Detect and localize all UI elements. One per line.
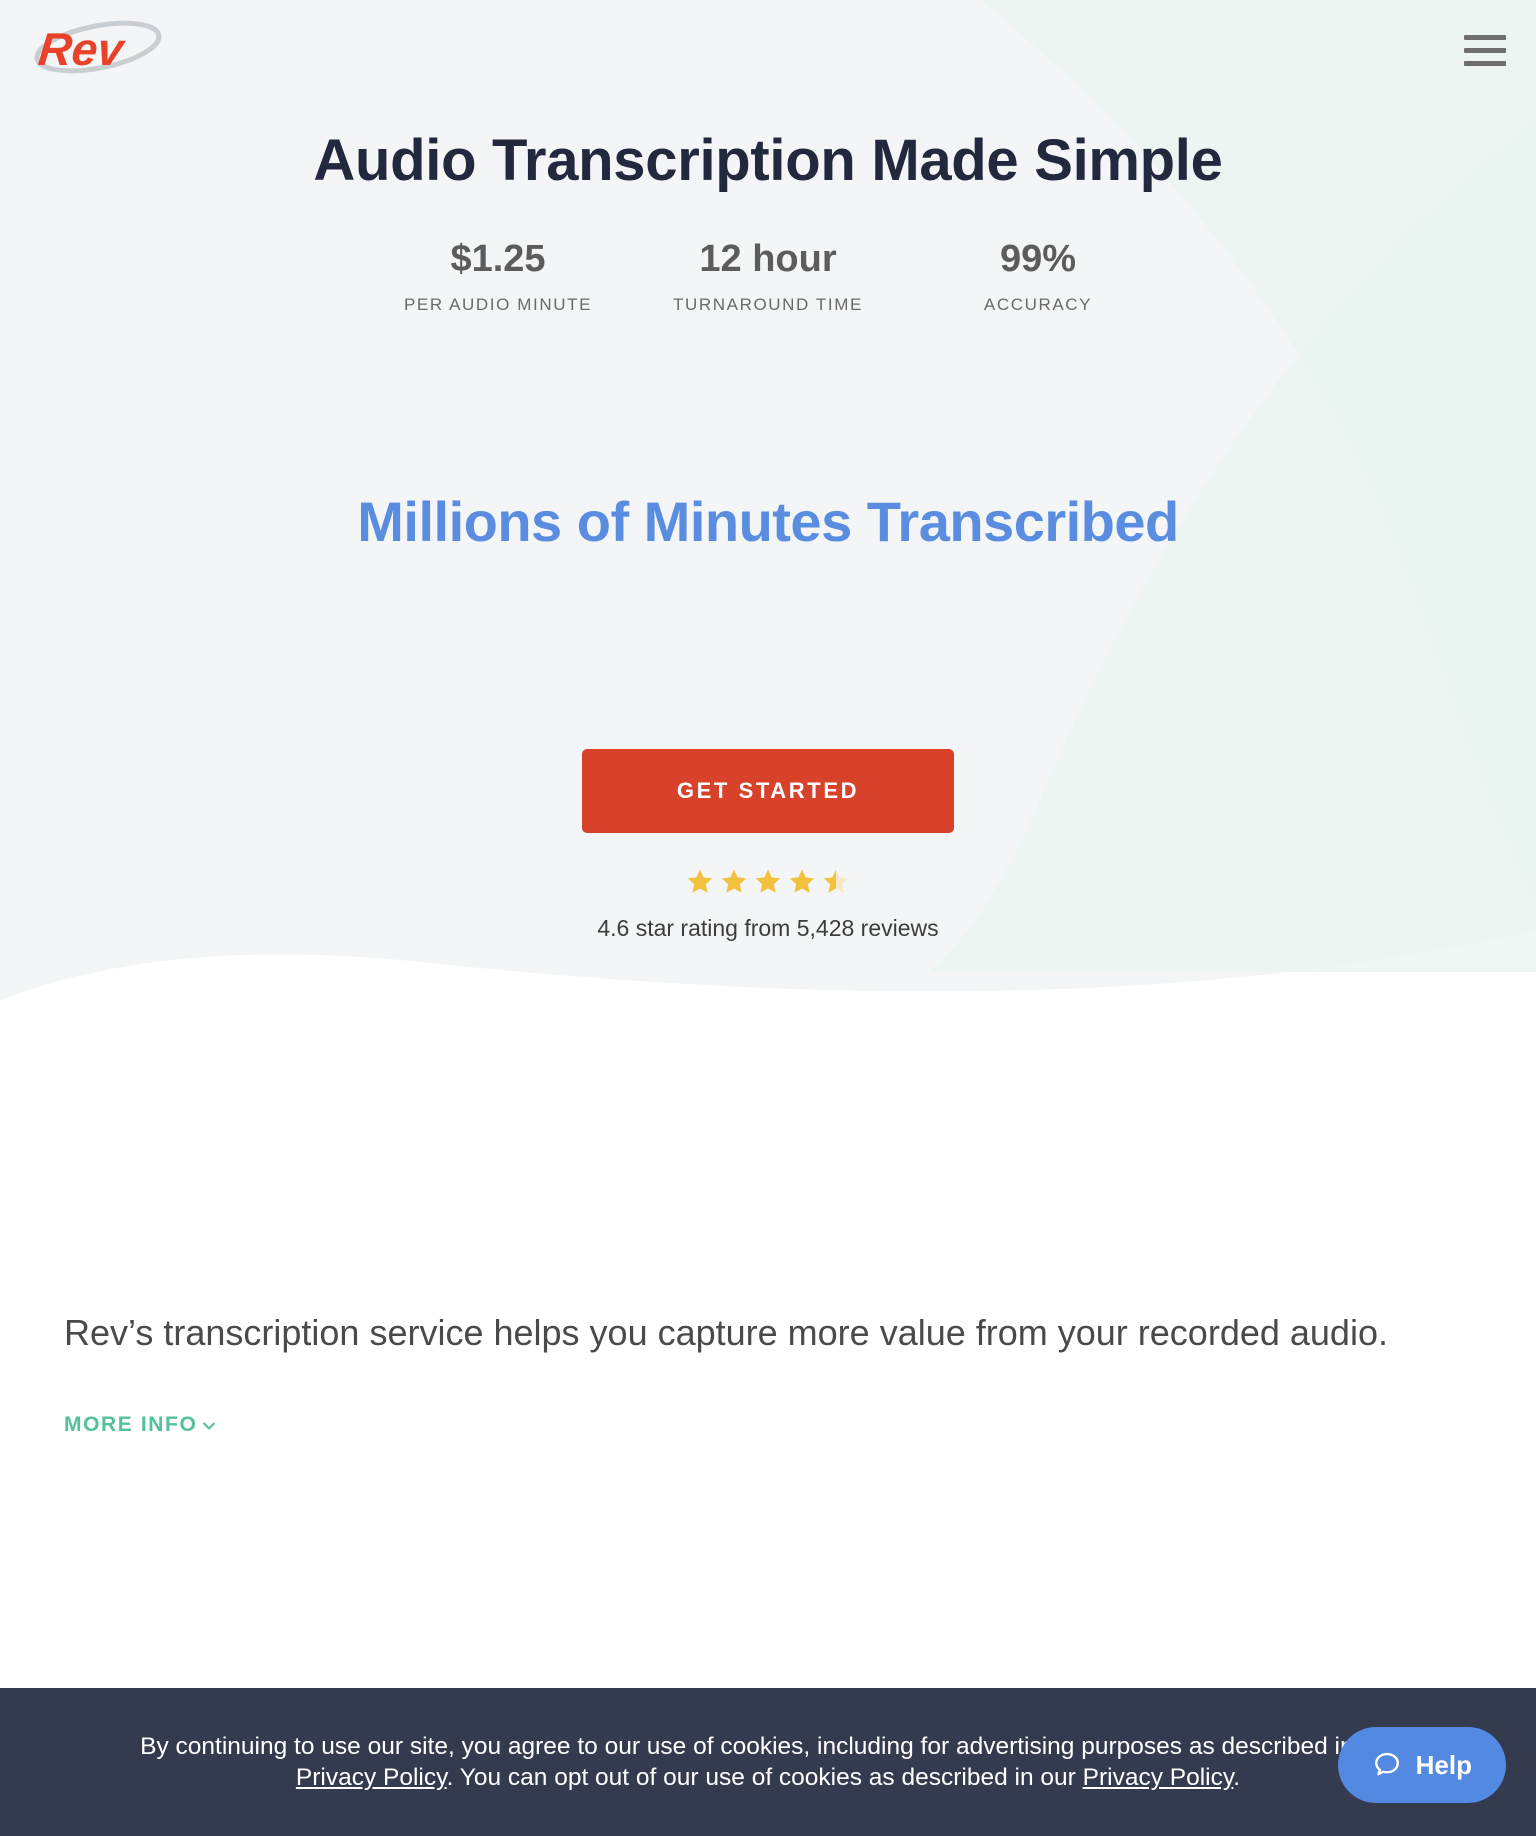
- stat-label: PER AUDIO MINUTE: [403, 295, 593, 315]
- page-title: Audio Transcription Made Simple: [313, 128, 1223, 193]
- description-paragraph: Rev’s transcription service helps you ca…: [64, 1312, 1388, 1353]
- stat-value: 99%: [999, 238, 1077, 281]
- more-info-label: MORE INFO: [64, 1412, 198, 1436]
- cookie-text-part-1: By continuing to use our site, you agree…: [140, 1732, 1396, 1760]
- hamburger-bar: [1464, 60, 1506, 66]
- chevron-down-icon: [203, 1422, 216, 1430]
- cookie-text-part-2: . You can opt out of our use of cookies …: [446, 1764, 1083, 1791]
- hero-subtitle: Millions of Minutes Transcribed: [357, 490, 1179, 554]
- get-started-button[interactable]: GET STARTED: [582, 748, 954, 833]
- star-icon-full: [789, 869, 815, 893]
- cookie-text: By continuing to use our site, you agree…: [123, 1731, 1413, 1793]
- svg-text:Rev: Rev: [36, 23, 128, 75]
- star-icon-full: [687, 869, 713, 893]
- privacy-policy-link-2[interactable]: Privacy Policy: [1083, 1764, 1234, 1791]
- rating-text: 4.6 star rating from 5,428 reviews: [597, 914, 939, 941]
- hamburger-bar: [1464, 47, 1506, 53]
- help-label: Help: [1415, 1749, 1472, 1780]
- chat-bubble-icon: [1374, 1752, 1399, 1776]
- hamburger-menu-icon[interactable]: [1462, 30, 1508, 70]
- star-icon-half: [823, 869, 849, 893]
- help-chat-button[interactable]: Help: [1337, 1727, 1506, 1803]
- hero-stats: $1.25 PER AUDIO MINUTE 12 hour TURNAROUN…: [0, 239, 1536, 315]
- stat-price: $1.25 PER AUDIO MINUTE: [363, 239, 633, 315]
- stat-turnaround: 12 hour TURNAROUND TIME: [633, 239, 903, 315]
- rev-logo[interactable]: Rev: [26, 19, 166, 81]
- privacy-policy-link-1[interactable]: Privacy Policy: [296, 1764, 447, 1791]
- cta-container: GET STARTED: [0, 748, 1536, 833]
- site-header: Rev: [0, 0, 1536, 100]
- more-info-link[interactable]: MORE INFO: [64, 1413, 219, 1437]
- cookie-text-part-3: .: [1233, 1764, 1241, 1791]
- cookie-consent-banner: By continuing to use our site, you agree…: [0, 1688, 1536, 1836]
- hero-section: Audio Transcription Made Simple $1.25 PE…: [0, 0, 1536, 942]
- rating-block: 4.6 star rating from 5,428 reviews: [0, 867, 1536, 942]
- stat-value: $1.25: [450, 238, 546, 281]
- star-icon-full: [755, 869, 781, 893]
- stat-label: TURNAROUND TIME: [673, 295, 863, 315]
- stat-label: ACCURACY: [983, 295, 1093, 315]
- description-section: Rev’s transcription service helps you ca…: [0, 1310, 1536, 1437]
- star-rating: [0, 867, 1536, 897]
- star-icon-full: [721, 869, 747, 893]
- hamburger-bar: [1464, 34, 1506, 40]
- stat-value: 12 hour: [699, 238, 837, 281]
- stat-accuracy: 99% ACCURACY: [903, 239, 1173, 315]
